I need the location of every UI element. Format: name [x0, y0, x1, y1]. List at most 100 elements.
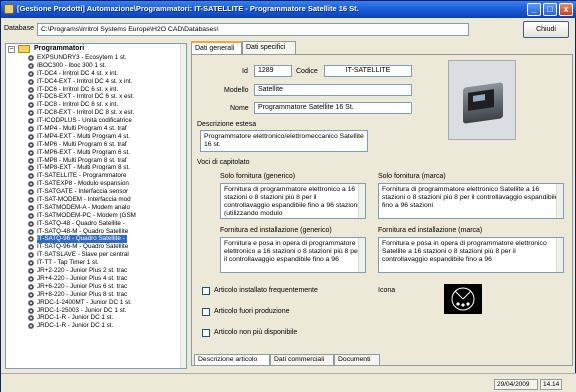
fuori-produzione-checkbox[interactable] — [202, 308, 210, 316]
voci-label: Voci di capitolato — [197, 159, 250, 166]
gear-icon — [28, 212, 34, 219]
tree-item[interactable]: IT-DC4-EXT - Irritrol DC 4 st. x int. — [28, 78, 186, 86]
installato-checkbox[interactable] — [202, 287, 210, 295]
tree-item-label: JRDC-1-R - Junior DC 1 st. — [37, 314, 114, 322]
gear-icon — [28, 102, 34, 109]
tree-item[interactable]: JR+8-220 - Junior Plus 8 st. trac — [28, 290, 186, 299]
database-path-field[interactable]: C:\Programs\Irritrol Systems Europe\H2O … — [37, 23, 469, 36]
product-icon-preview[interactable] — [444, 284, 482, 314]
tab-dati-generali[interactable]: Dati generali — [191, 41, 242, 54]
gear-icon — [28, 94, 34, 101]
tree-item[interactable]: IT-MP6 - Multi Program 6 st. traf — [28, 141, 186, 149]
gear-icon — [28, 315, 34, 322]
tree-item[interactable]: IT-SATSLAVE - Slave per central — [28, 251, 186, 259]
tree-item[interactable]: IT-SATMODEM-A - Modem analo — [28, 204, 186, 212]
tree-item[interactable]: JRDC-1-R - Junior DC 1 st. — [28, 314, 186, 322]
product-tree[interactable]: − Programmatori EXPSUNDRY3 - Ecosytem 1 … — [5, 43, 187, 369]
tree-item[interactable]: JR+2-220 - Junior Plus 2 st. trac — [28, 267, 186, 275]
gear-icon — [28, 70, 34, 77]
collapse-icon[interactable]: − — [8, 46, 15, 53]
gear-icon — [28, 141, 34, 148]
tree-item[interactable]: IT-MP8 - Multi Program 8 st. traf — [28, 157, 186, 165]
tree-item[interactable]: IT-SATQ-48 - Quadro Satellite - — [28, 219, 186, 228]
tree-item[interactable]: IT-SAT-MODEM - Interfaccia mod — [28, 196, 186, 204]
status-date: 29/04/2009 — [494, 379, 538, 390]
fi-generico-scrollbar[interactable] — [358, 238, 365, 272]
tree-item[interactable]: JR+4-220 - Junior Plus 4 st. trac — [28, 275, 186, 283]
minimize-button[interactable]: _ — [527, 3, 541, 16]
tree-item-label: IT-SATQ-48-M - Quadro Satellite — [37, 227, 129, 235]
tree-item[interactable]: IT-ICODPLUS - Unità codificatrice — [28, 117, 186, 125]
id-field[interactable]: 1289 — [254, 65, 292, 77]
chiudi-button[interactable]: Chiudi — [523, 21, 569, 38]
gear-icon — [28, 268, 34, 275]
gear-icon — [28, 126, 34, 133]
tree-item-label: JR+8-220 - Junior Plus 8 st. trac — [37, 290, 128, 298]
tree-item[interactable]: IT-DC6 - Irritrol DC 6 st. x int. — [28, 86, 186, 94]
codice-field[interactable]: IT-SATELLITE — [324, 65, 412, 77]
tree-root-label: Programmatori — [34, 45, 85, 52]
tree-item[interactable]: IT-SATEXP8 - Modulo espansion — [28, 180, 186, 188]
gear-icon — [28, 55, 34, 61]
non-disponibile-checkbox[interactable] — [202, 329, 210, 337]
tab-documenti[interactable]: Documenti — [334, 354, 380, 366]
tree-item-label: IBOC300 - Iboc 300 1 st. — [37, 61, 107, 69]
fi-generico-textarea[interactable]: Fornitura e posa in opera di programmato… — [220, 237, 366, 273]
tree-item-label: IT-SATQ-48 - Quadro Satellite - — [37, 219, 125, 227]
nome-field[interactable]: Programmatore Satellite 16 St. — [254, 102, 412, 114]
tree-item-label: IT-DC8 - Irritrol DC 8 st. x int. — [37, 101, 119, 109]
tab-descrizione-articolo[interactable]: Descrizione articolo — [194, 354, 270, 366]
app-icon — [4, 4, 14, 14]
modello-field[interactable]: Satellite — [254, 84, 412, 96]
tree-item[interactable]: IT-DC8-EXT - Irritrol DC 8 st. x est. — [28, 109, 186, 117]
database-row: Database C:\Programs\Irritrol Systems Eu… — [1, 19, 576, 41]
tree-item-label: IT-DC8-EXT - Irritrol DC 8 st. x est. — [37, 109, 135, 117]
fi-marca-textarea[interactable]: Fornitura e posa in opera di programmato… — [378, 237, 564, 273]
sf-marca-label: Solo fornitura (marca) — [378, 173, 446, 180]
fi-generico-text: Fornitura e posa in opera di programmato… — [224, 240, 361, 263]
sf-marca-scrollbar[interactable] — [556, 184, 563, 218]
gear-icon — [28, 165, 34, 172]
tree-item[interactable]: IT-SATQ-96-M - Quadro Satellite — [28, 243, 186, 251]
tree-item[interactable]: IBOC300 - Iboc 300 1 st. — [28, 61, 186, 70]
tree-item[interactable]: IT-MP4 - Multi Program 4 st. traf — [28, 125, 186, 133]
tree-item[interactable]: IT-SATQ-48-M - Quadro Satellite — [28, 227, 186, 236]
tree-item-label: IT-SATELLITE - Programmatore — [37, 172, 127, 180]
tree-item[interactable]: JR+6-220 - Junior Plus 6 st. trac — [28, 283, 186, 291]
database-label: Database — [4, 25, 34, 32]
gear-icon — [28, 236, 34, 243]
tree-item-label: IT-MP4-EXT - Multi Program 4 st. — [37, 132, 130, 140]
descrizione-textarea[interactable]: Programmatore elettronico/elettromeccani… — [200, 130, 368, 152]
tab-dati-commerciali[interactable]: Dati commerciali — [270, 354, 334, 366]
tab-dati-specifici[interactable]: Dati specifici — [242, 41, 296, 54]
tree-item[interactable]: IT-DC4 - Irritrol DC 4 st. x int. — [28, 70, 186, 78]
tree-item[interactable]: IT-SATGATE - Interfaccia sensor — [28, 188, 186, 196]
tree-item[interactable]: IT-TT - Tap Timer 1 st. — [28, 259, 186, 267]
tree-item[interactable]: IT-SATELLITE - Programmatore — [28, 172, 186, 180]
tree-item[interactable]: IT-DC6-EXT - Irritrol DC 6 st. x est. — [28, 93, 186, 101]
gear-icon — [28, 173, 34, 180]
sf-generico-label: Solo fornitura (generico) — [220, 173, 296, 180]
tree-item[interactable]: IT-SATQ-96 - Quadro Satellite - — [28, 235, 186, 244]
tree-scrollbar[interactable] — [180, 44, 186, 368]
sf-marca-textarea[interactable]: Fornitura di programmatore elettronico S… — [378, 183, 564, 219]
tree-item[interactable]: IT-SATMODEM-PC - Modem (GSM — [28, 212, 186, 220]
tree-item[interactable]: JRDC-1-2400MT - Junior DC 1 st. — [28, 299, 186, 307]
sf-generico-textarea[interactable]: Fornitura di programmatore elettronico a… — [220, 183, 366, 219]
tree-item[interactable]: EXPSUNDRY3 - Ecosytem 1 st. — [28, 54, 186, 62]
close-window-button[interactable]: x — [559, 3, 573, 16]
tree-item[interactable]: IT-MP8-EXT - Multi Program 8 st. — [28, 164, 186, 172]
sf-generico-scrollbar[interactable] — [358, 184, 365, 218]
maximize-button[interactable]: □ — [543, 3, 557, 16]
tree-item-label: IT-TT - Tap Timer 1 st. — [37, 259, 99, 267]
title-bar[interactable]: [Gestione Prodotti] Automazione\Programm… — [1, 1, 576, 18]
tree-item[interactable]: IT-MP4-EXT - Multi Program 4 st. — [28, 132, 186, 141]
status-time: 14.14 — [540, 379, 562, 390]
sf-marca-text: Fornitura di programmatore elettronico S… — [382, 186, 559, 209]
fi-marca-scrollbar[interactable] — [556, 238, 563, 272]
tree-item[interactable]: JRDC-1-R - Junior DC 1 st. — [28, 322, 186, 330]
tree-item[interactable]: IT-MP6-EXT - Multi Program 6 st. — [28, 149, 186, 157]
tree-item[interactable]: JRDC-1-25003 - Junior DC 1 st. — [28, 307, 186, 315]
gear-icon — [28, 291, 34, 298]
tree-item[interactable]: IT-DC8 - Irritrol DC 8 st. x int. — [28, 101, 186, 109]
